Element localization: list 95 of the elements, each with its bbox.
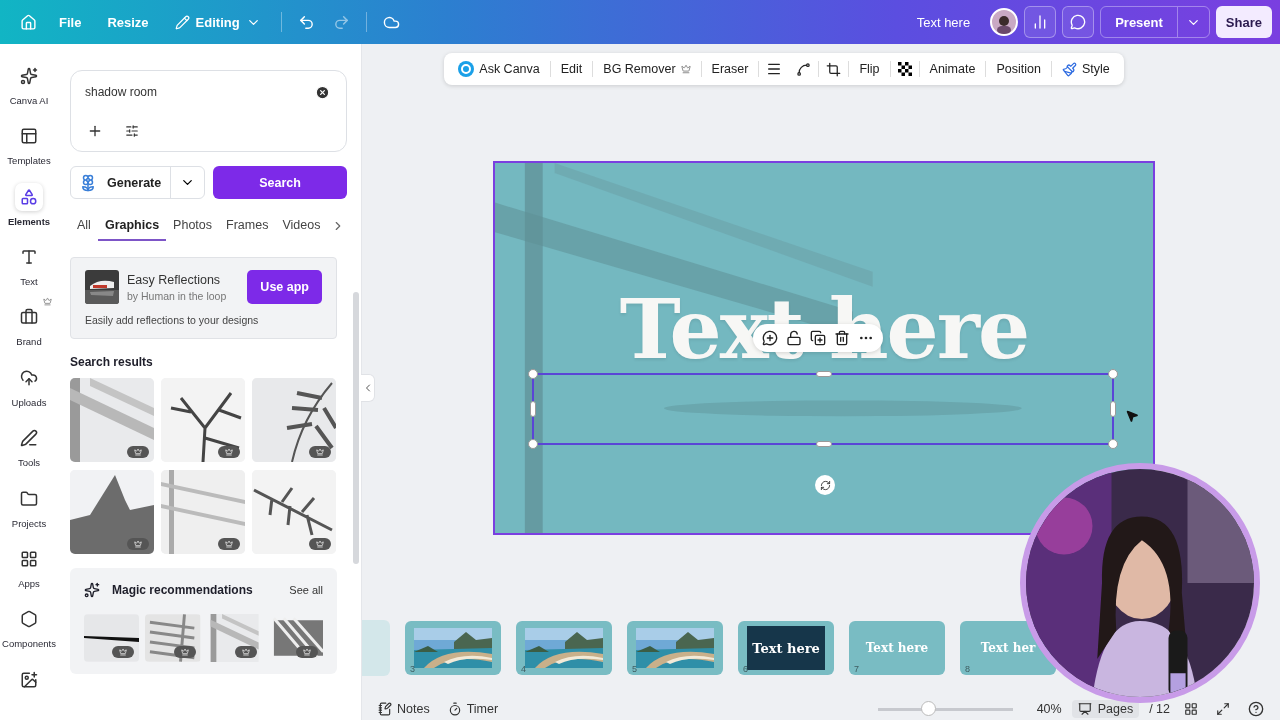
crown-icon [296, 646, 318, 658]
rotate-handle[interactable] [815, 475, 835, 495]
section-title: Magic recommendations [112, 583, 254, 597]
app-description: Easily add reflections to your designs [85, 314, 260, 326]
use-app-button[interactable]: Use app [247, 270, 322, 304]
share-button[interactable]: Share [1215, 6, 1272, 38]
apps-icon [20, 549, 38, 568]
home-icon [20, 13, 37, 31]
page-thumbnail[interactable] [362, 620, 390, 676]
crown-icon [309, 538, 331, 550]
canva-logo-icon [458, 61, 475, 77]
image-plus-icon [20, 670, 38, 689]
crown-icon [218, 538, 240, 550]
page-count: / 12 [1149, 702, 1170, 716]
checker-icon [897, 62, 912, 76]
toolbar-button[interactable]: Animate [919, 55, 986, 83]
sparkle-icon [84, 582, 100, 598]
toolbar-button[interactable]: Flip [849, 55, 890, 83]
category-tab[interactable]: Graphics [97, 211, 167, 241]
templates-icon [20, 127, 38, 146]
toolbar-button[interactable]: Position [986, 55, 1051, 83]
design-title[interactable]: Text here [916, 14, 971, 30]
sidebar-item[interactable]: Elements [0, 176, 58, 238]
folder-icon [20, 489, 38, 508]
scrollbar[interactable] [353, 292, 359, 564]
notes-icon [378, 702, 392, 716]
plus-icon [87, 123, 103, 139]
category-tab[interactable]: Photos [166, 211, 219, 241]
notes-button[interactable]: Notes [374, 702, 434, 716]
hexagon-icon [20, 610, 38, 629]
lines-icon [766, 61, 783, 77]
sidebar-item[interactable]: Canva AI [0, 56, 58, 117]
mouse-cursor [1125, 409, 1139, 423]
crown-icon [112, 646, 135, 658]
filter-button[interactable] [123, 122, 141, 140]
zoom-slider-thumb[interactable] [920, 701, 936, 716]
text-icon [20, 248, 38, 267]
flower-icon [79, 173, 97, 192]
graphic-thumbnail[interactable] [252, 378, 336, 462]
curve-icon [796, 61, 812, 77]
timer-button[interactable]: Timer [443, 702, 503, 716]
avatar[interactable] [990, 8, 1019, 36]
graphic-thumbnail[interactable] [145, 614, 201, 662]
category-tab[interactable]: Videos [275, 211, 328, 241]
category-tab[interactable]: All [70, 211, 98, 241]
sidebar-item[interactable]: Components [0, 599, 58, 660]
sidebar-item[interactable]: Uploads [0, 357, 58, 419]
toolbar-button[interactable]: Ask Canva [448, 55, 550, 83]
search-button[interactable]: Search [213, 166, 347, 199]
undo-icon [297, 13, 315, 31]
zoom-reading: 40% [1036, 702, 1062, 716]
page-thumbnail[interactable]: 3 [405, 621, 501, 675]
crown-icon [127, 538, 149, 550]
sidebar-item[interactable]: Tools [0, 418, 58, 479]
sliders-icon [125, 124, 139, 138]
toolbar-button[interactable]: Style [1051, 55, 1120, 83]
graphic-thumbnail[interactable] [161, 470, 245, 554]
section-title: Search results [70, 355, 154, 369]
upload-icon [20, 368, 38, 387]
duplicate-icon [810, 330, 826, 346]
pages-icon [1077, 702, 1092, 716]
comment-icon [1070, 14, 1087, 30]
sidebar-item[interactable]: Apps [0, 538, 58, 600]
redo-icon [332, 13, 350, 31]
toolbar-button[interactable]: BG Remover [593, 55, 701, 83]
sidebar-item[interactable]: Templates [0, 116, 58, 177]
category-tab[interactable]: Frames [219, 211, 276, 241]
clear-icon [315, 84, 330, 100]
crop-icon [826, 61, 842, 77]
timer-icon [447, 702, 462, 716]
graphic-thumbnail[interactable] [70, 378, 154, 462]
see-all-link[interactable]: See all [289, 584, 323, 596]
help-icon [1248, 701, 1264, 717]
pen-icon [20, 429, 38, 448]
crown-icon [680, 64, 691, 74]
toolbar-button[interactable]: Edit [550, 55, 593, 83]
crown-icon [309, 446, 331, 458]
app-title: Easy Reflections [127, 272, 222, 287]
pencil-icon [174, 14, 190, 30]
crown-icon [127, 446, 149, 458]
sidebar-item[interactable]: Text [0, 237, 58, 298]
rotate-icon [819, 479, 831, 491]
sidebar-item[interactable]: Brand [0, 297, 58, 358]
page-thumbnail[interactable]: Text here 6 [738, 621, 834, 675]
sparkle-icon [20, 67, 38, 85]
grid-icon [1184, 702, 1198, 716]
sidebar-item[interactable]: Projects [0, 478, 58, 539]
chart-button[interactable] [1024, 6, 1057, 38]
elements-icon [20, 187, 38, 206]
crown-icon [218, 446, 240, 458]
graphic-thumbnail[interactable] [84, 614, 140, 662]
app-author: by Human in the loop [127, 289, 228, 302]
toolbar-button[interactable]: Eraser [701, 55, 759, 83]
pages-button[interactable]: Pages [1071, 700, 1140, 718]
expand-icon [1216, 702, 1230, 716]
